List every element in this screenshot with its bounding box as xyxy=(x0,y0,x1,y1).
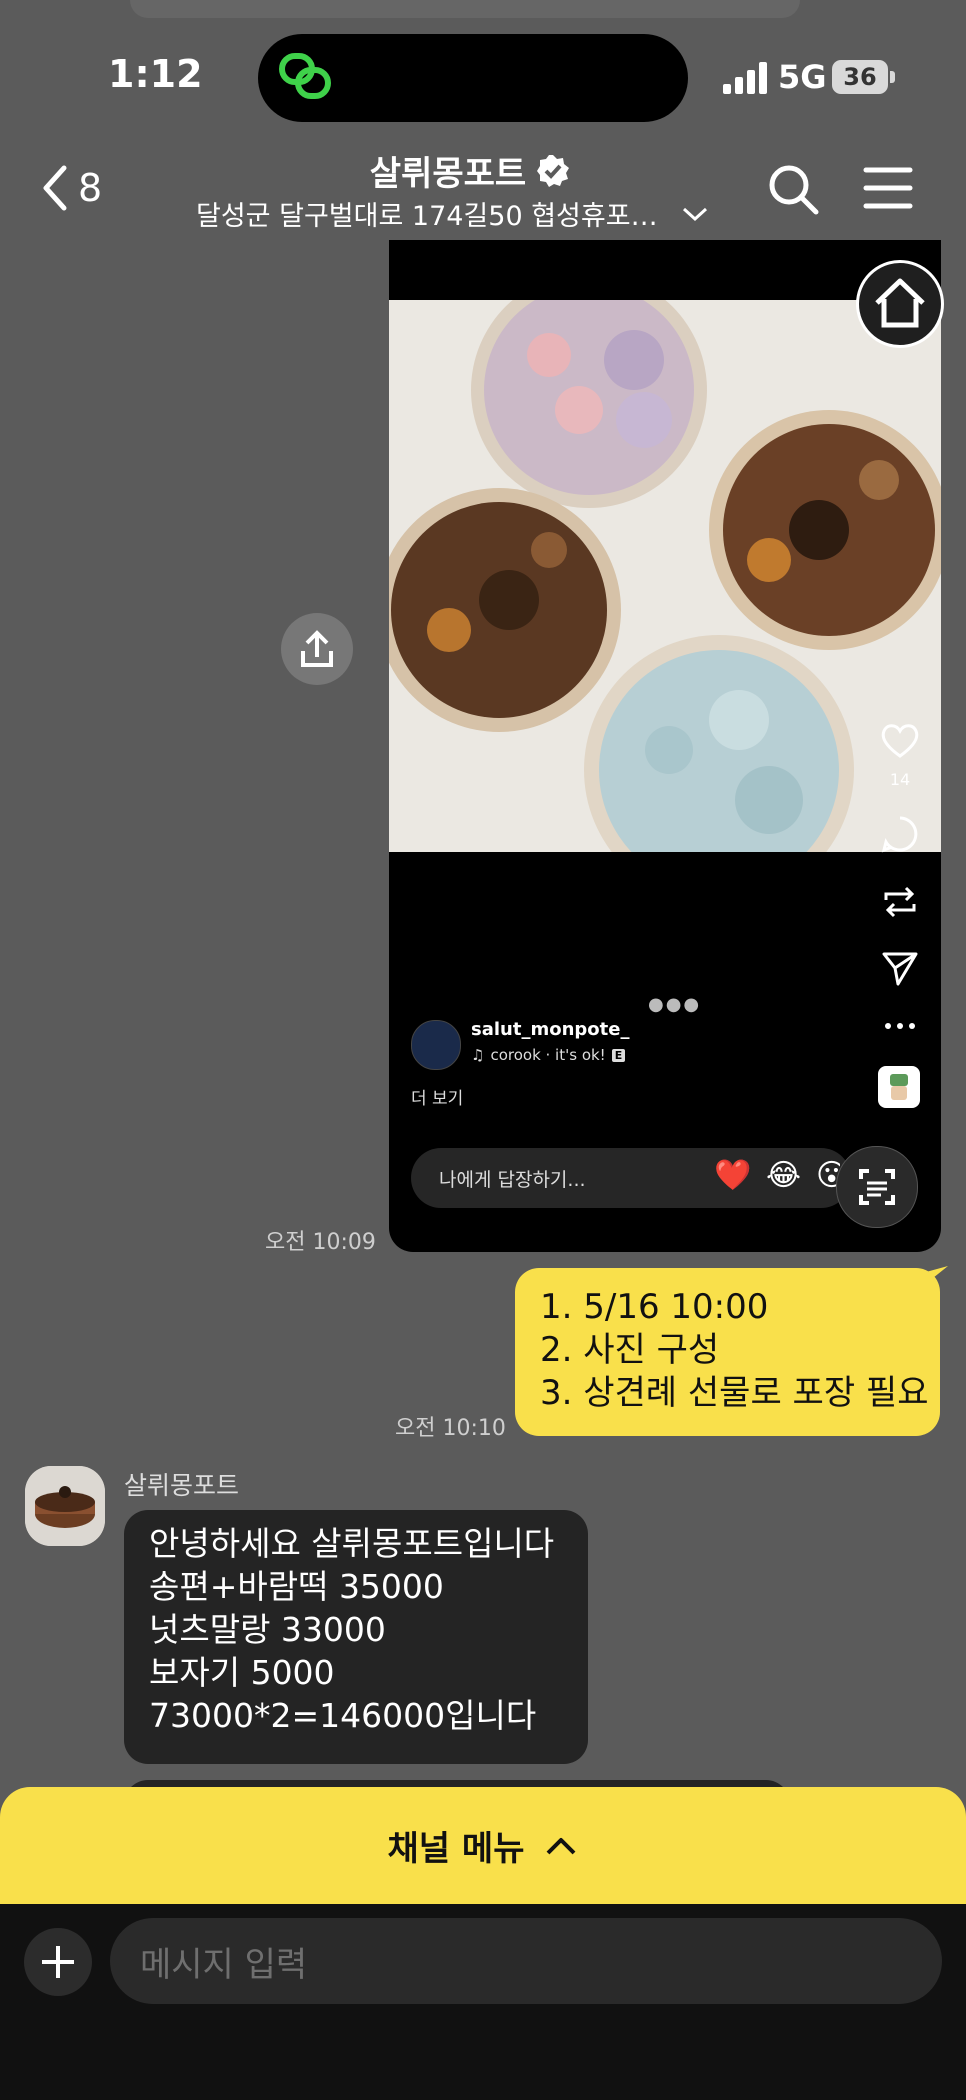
sender-avatar[interactable] xyxy=(25,1466,105,1546)
post-photo[interactable] xyxy=(389,300,941,852)
message-input-placeholder: 메시지 입력 xyxy=(140,1944,308,1985)
text-scan-button[interactable] xyxy=(836,1146,918,1228)
my-message-bubble[interactable]: 1. 5/16 10:00 2. 사진 구성 3. 상견례 선물로 포장 필요 xyxy=(515,1268,940,1436)
channel-menu-button[interactable]: 채널 메뉴 xyxy=(0,1787,966,1904)
message-line: 1. 5/16 10:00 xyxy=(540,1287,769,1327)
attach-button[interactable] xyxy=(24,1928,92,1996)
scan-text-icon xyxy=(859,1169,895,1205)
message-line: 2. 사진 구성 xyxy=(540,1330,720,1370)
chevron-down-icon xyxy=(682,207,708,221)
share-icon xyxy=(301,630,333,667)
battery-icon: 36 xyxy=(832,60,888,94)
more-link[interactable]: 더 보기 xyxy=(411,1084,463,1109)
reaction-heart[interactable]: ❤️ xyxy=(714,1158,751,1193)
message-input[interactable]: 메시지 입력 xyxy=(110,1918,942,2004)
message-line: 보자기 5000 xyxy=(149,1653,335,1692)
reply-placeholder: 나에게 답장하기... xyxy=(439,1168,586,1191)
carousel-dots: ●●● xyxy=(648,994,702,1015)
comment-icon[interactable] xyxy=(878,812,922,856)
instagram-username[interactable]: salut_monpote_ xyxy=(471,1019,629,1040)
network-label: 5G xyxy=(778,58,827,96)
music-label: corook · it's ok! xyxy=(490,1046,606,1064)
chevron-left-icon xyxy=(43,165,67,211)
home-icon xyxy=(875,278,925,328)
music-info[interactable]: ♫ corook · it's ok! E xyxy=(471,1046,626,1064)
reaction-laugh[interactable]: 😂 xyxy=(766,1158,801,1193)
message-line: 넛츠말랑 33000 xyxy=(149,1610,386,1649)
signal-icon xyxy=(723,62,767,94)
plus-icon xyxy=(42,1946,74,1978)
chat-subtitle-row[interactable]: 달성군 달구벌대로 174길50 협성휴포레 상가 (달서구 유천동) xyxy=(196,194,716,233)
message-line: 3. 상견례 선물로 포장 필요 xyxy=(540,1373,929,1413)
more-options-icon[interactable] xyxy=(878,1006,922,1050)
their-message-bubble[interactable]: 안녕하세요 살뤼몽포트입니다 송편+바람떡 35000 넛츠말랑 33000 보… xyxy=(124,1510,588,1764)
send-icon[interactable] xyxy=(878,946,922,990)
unread-count: 8 xyxy=(78,166,103,210)
home-button[interactable] xyxy=(856,260,944,348)
search-icon[interactable] xyxy=(766,162,820,216)
dessert-boxes-image xyxy=(389,300,941,852)
message-line: 송편+바람떡 35000 xyxy=(149,1567,444,1606)
instagram-avatar[interactable] xyxy=(411,1020,461,1070)
cake-avatar-image xyxy=(25,1466,105,1546)
verified-badge-icon xyxy=(537,154,570,187)
battery-tip xyxy=(890,71,895,83)
repost-icon[interactable] xyxy=(878,880,922,924)
message-line: 73000*2=146000입니다 xyxy=(149,1696,537,1735)
chat-title-area[interactable]: 살뤼몽포트 xyxy=(190,146,750,195)
status-time: 1:12 xyxy=(108,52,203,96)
avatar-sticker-icon xyxy=(890,1074,908,1100)
chat-title: 살뤼몽포트 xyxy=(369,154,527,194)
post-timestamp: 오전 10:09 xyxy=(265,1230,376,1255)
chat-subtitle: 달성군 달구벌대로 174길50 협성휴포레 상가 (달서구 유천동) xyxy=(196,201,658,232)
music-note-icon: ♫ xyxy=(471,1046,485,1064)
channel-menu-label: 채널 메뉴 xyxy=(387,1829,525,1869)
share-button[interactable] xyxy=(281,613,353,685)
sender-name: 살뤼몽포트 xyxy=(124,1471,240,1500)
chevron-up-icon xyxy=(547,1837,576,1854)
my-message-timestamp: 오전 10:10 xyxy=(395,1416,506,1441)
heart-icon[interactable] xyxy=(878,718,922,762)
message-line: 안녕하세요 살뤼몽포트입니다 xyxy=(149,1524,555,1563)
menu-icon[interactable] xyxy=(862,162,914,214)
link-icon xyxy=(279,53,331,99)
like-count: 14 xyxy=(889,770,911,789)
explicit-badge: E xyxy=(611,1048,626,1062)
back-button[interactable]: 8 xyxy=(40,160,130,216)
sticker-thumbnail[interactable] xyxy=(878,1066,920,1108)
previous-message-remnant xyxy=(130,0,800,18)
